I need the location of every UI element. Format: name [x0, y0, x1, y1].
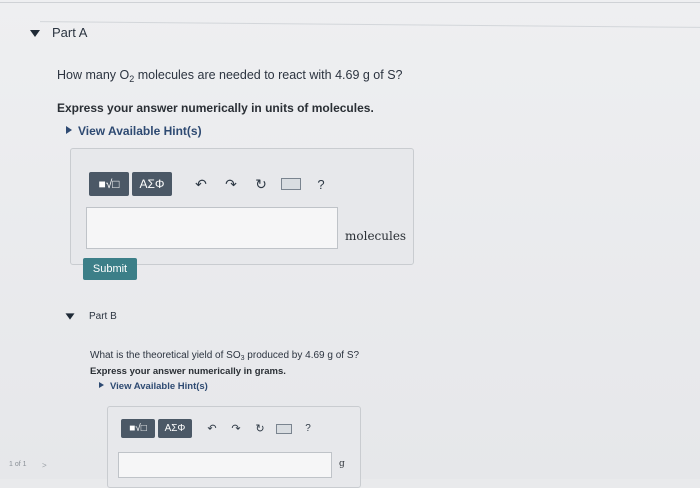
part-b-answer-input[interactable]	[118, 452, 332, 478]
next-page-arrow-icon[interactable]: >	[42, 461, 47, 470]
part-a-collapse-caret-icon[interactable]	[30, 30, 40, 37]
undo-icon[interactable]: ↶	[190, 176, 212, 193]
keyboard-icon[interactable]	[276, 423, 292, 434]
page-indicator: 1 of 1	[9, 461, 27, 468]
part-b-question-subscript: 3	[240, 355, 245, 362]
keyboard-icon[interactable]	[280, 178, 302, 190]
part-b-collapse-caret-icon[interactable]	[65, 313, 75, 320]
part-a-instruction: Express your answer numerically in units…	[57, 101, 374, 115]
part-a-submit-button[interactable]: Submit	[83, 258, 137, 280]
section-divider	[40, 21, 700, 28]
reset-icon[interactable]: ↻	[252, 422, 268, 435]
redo-icon[interactable]: ↷	[220, 176, 242, 193]
part-a-hint-label: View Available Hint(s)	[78, 124, 202, 138]
part-b-hint-label: View Available Hint(s)	[110, 381, 208, 392]
templates-icon[interactable]: ■√□	[89, 172, 129, 196]
help-button[interactable]: ?	[310, 177, 332, 192]
greek-symbols-button[interactable]: ΑΣΦ	[132, 172, 172, 196]
part-b-hint-link[interactable]: View Available Hint(s)	[99, 381, 208, 392]
top-rule	[0, 2, 700, 3]
problem-page: Part A How many O2 molecules are needed …	[0, 0, 700, 488]
part-a-hint-link[interactable]: View Available Hint(s)	[66, 124, 202, 138]
redo-icon[interactable]: ↷	[228, 422, 244, 435]
part-a-math-toolbar: ■√□ ΑΣΦ ↶ ↷ ↻ ?	[89, 172, 332, 196]
part-b-math-toolbar: ■√□ ΑΣΦ ↶ ↷ ↻ ?	[121, 419, 316, 438]
help-button[interactable]: ?	[300, 423, 316, 434]
part-b-question-post: produced by 4.69 g of S?	[244, 350, 360, 361]
part-a-question: How many O2 molecules are needed to reac…	[57, 68, 403, 84]
expand-triangle-icon	[99, 382, 104, 388]
part-a-unit-label: molecules	[345, 229, 407, 243]
templates-icon[interactable]: ■√□	[121, 419, 155, 438]
reset-icon[interactable]: ↻	[250, 176, 272, 193]
part-b-title: Part B	[89, 311, 117, 322]
part-a-answer-input[interactable]	[86, 207, 338, 249]
part-a-question-pre: How many O	[57, 68, 130, 82]
part-b-unit-label: g	[339, 459, 345, 469]
undo-icon[interactable]: ↶	[204, 422, 220, 435]
part-b-question: What is the theoretical yield of SO3 pro…	[90, 350, 360, 362]
expand-triangle-icon	[66, 126, 72, 134]
part-a-question-post: molecules are needed to react with 4.69 …	[134, 68, 403, 82]
part-b-instruction: Express your answer numerically in grams…	[90, 366, 286, 377]
part-a-question-subscript: 2	[129, 74, 135, 84]
part-b-question-pre: What is the theoretical yield of SO	[90, 350, 241, 361]
part-a-title: Part A	[52, 25, 88, 40]
greek-symbols-button[interactable]: ΑΣΦ	[158, 419, 192, 438]
